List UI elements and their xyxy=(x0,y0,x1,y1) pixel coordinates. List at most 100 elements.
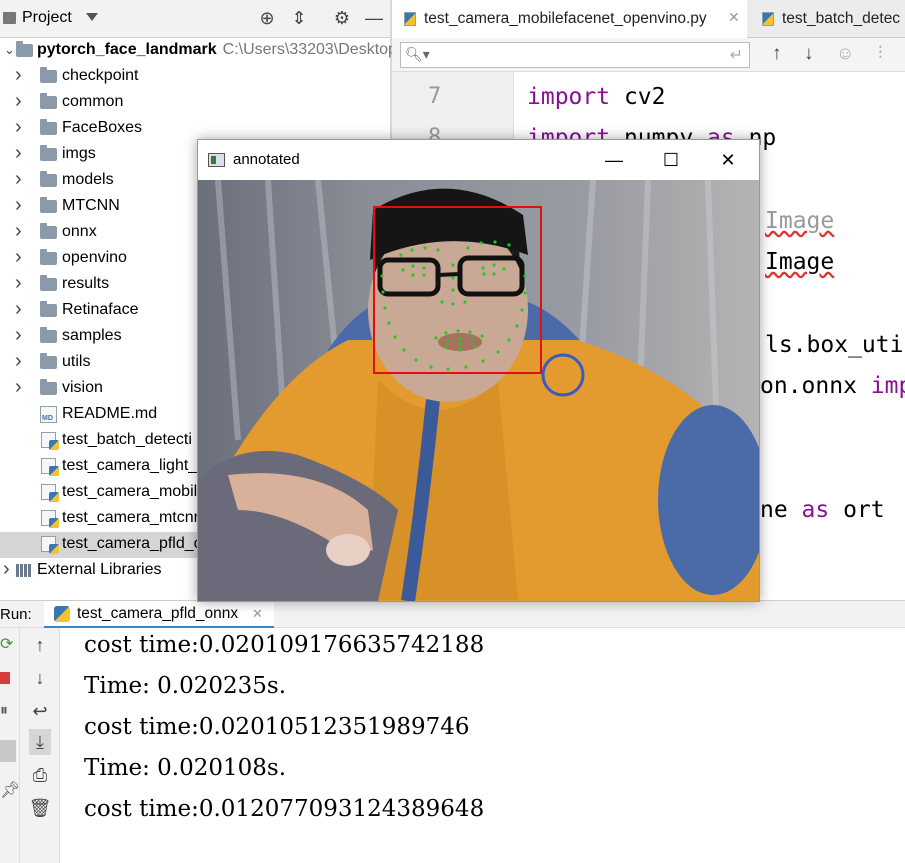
code-text: ne xyxy=(760,497,802,523)
window-title-bar[interactable]: annotated — ☐ ✕ xyxy=(198,140,759,180)
up-arrow-icon[interactable]: ↑ xyxy=(20,632,60,658)
landmark-point xyxy=(422,273,426,277)
folder-icon xyxy=(40,353,57,369)
landmark-point xyxy=(458,341,462,345)
chevron-right-icon[interactable]: › xyxy=(15,90,22,113)
annotated-window[interactable]: annotated — ☐ ✕ xyxy=(197,139,760,602)
previous-occurrence-icon[interactable]: ↑ xyxy=(772,43,782,65)
chevron-right-icon[interactable]: › xyxy=(15,116,22,139)
tree-item-label: test_camera_pfld_c xyxy=(62,535,202,552)
code-fragment: ne as ort xyxy=(760,497,885,523)
code-text: cv2 xyxy=(610,84,666,110)
tree-item-label: test_camera_mtcnr xyxy=(62,509,199,526)
trash-icon[interactable]: 🗑︎ xyxy=(20,795,60,821)
chevron-right-icon[interactable]: › xyxy=(15,350,22,373)
folder-icon xyxy=(40,197,57,213)
soft-wrap-icon[interactable]: ↩ xyxy=(20,698,60,724)
landmark-point xyxy=(383,306,387,310)
markdown-file-icon: MD xyxy=(40,406,57,423)
landmark-point xyxy=(446,367,450,371)
tree-item-label: Retinaface xyxy=(62,301,139,318)
tree-item-label: test_camera_mobil xyxy=(62,483,198,500)
project-title[interactable]: Project xyxy=(22,9,72,27)
find-all-icon[interactable]: ☺ xyxy=(836,43,854,64)
tree-item-label: test_camera_light_ xyxy=(62,457,198,474)
console-output[interactable]: cost time:0.020109176635742188 Time: 0.0… xyxy=(60,628,905,863)
maximize-button[interactable]: ☐ xyxy=(648,144,694,176)
run-panel-header: Run: test_camera_pfld_onnx ✕ xyxy=(0,600,905,629)
code-text: Image xyxy=(765,249,835,275)
chevron-right-icon[interactable]: › xyxy=(15,64,22,87)
window-title: annotated xyxy=(233,151,300,168)
landmark-point xyxy=(463,300,467,304)
hide-panel-icon[interactable]: — xyxy=(363,8,385,29)
pin-icon[interactable]: 📌︎ xyxy=(0,780,20,800)
code-fragment: on.onnx imp xyxy=(760,373,905,399)
tree-item-label: models xyxy=(62,171,114,188)
gear-icon[interactable]: ⚙ xyxy=(331,8,353,29)
tab-test-batch-detec[interactable]: test_batch_detec xyxy=(750,0,905,38)
scroll-to-end-icon[interactable]: ⤓ xyxy=(29,729,51,755)
tree-item-common[interactable]: › common xyxy=(0,90,390,116)
folder-icon xyxy=(40,145,57,161)
tree-item-label: MTCNN xyxy=(62,197,120,214)
chevron-right-icon[interactable]: › xyxy=(15,194,22,217)
landmark-point xyxy=(393,335,397,339)
landmark-point xyxy=(451,288,455,292)
chevron-right-icon[interactable]: › xyxy=(15,272,22,295)
chevron-right-icon[interactable]: › xyxy=(15,220,22,243)
camera-frame xyxy=(198,180,759,601)
keyword: import xyxy=(527,84,611,110)
run-tab[interactable]: test_camera_pfld_onnx ✕ xyxy=(44,601,274,629)
chevron-right-icon[interactable]: › xyxy=(15,142,22,165)
chevron-down-icon[interactable]: ⌄ xyxy=(4,42,15,58)
rerun-icon[interactable]: ⟳ xyxy=(0,634,13,654)
chevron-right-icon[interactable]: › xyxy=(15,324,22,347)
chevron-right-icon[interactable]: › xyxy=(15,376,22,399)
layout-icon[interactable] xyxy=(0,740,16,762)
chevron-right-icon[interactable]: › xyxy=(15,298,22,321)
code-fragment: Image xyxy=(765,249,834,275)
landmark-point xyxy=(414,358,418,362)
tree-item-label: results xyxy=(62,275,110,292)
landmark-point xyxy=(410,248,414,252)
pause-icon[interactable]: ⏸ xyxy=(0,702,8,720)
tree-item-checkpoint[interactable]: › checkpoint xyxy=(0,64,390,90)
locate-icon[interactable]: ⊕ xyxy=(256,8,278,29)
folder-icon xyxy=(40,327,57,343)
chevron-right-icon[interactable]: › xyxy=(15,246,22,269)
close-icon[interactable]: ✕ xyxy=(252,606,263,622)
search-icon[interactable]: 🔍︎▾ xyxy=(405,46,430,63)
add-selection-icon[interactable]: ⫶ xyxy=(878,43,883,64)
minimize-button[interactable]: — xyxy=(591,144,637,176)
landmark-point xyxy=(464,365,468,369)
landmark-point xyxy=(446,338,450,342)
folder-icon xyxy=(40,67,57,83)
tree-item-label: checkpoint xyxy=(62,67,139,84)
python-file-icon xyxy=(41,458,59,476)
print-icon[interactable]: ⎙ xyxy=(20,762,60,788)
collapse-all-icon[interactable]: ⇕ xyxy=(288,8,310,29)
folder-icon xyxy=(40,223,57,239)
tree-root[interactable]: ⌄ pytorch_face_landmark C:\Users\33203\Des… xyxy=(0,38,397,64)
chevron-right-icon[interactable]: › xyxy=(15,168,22,191)
landmark-point xyxy=(436,248,440,252)
library-icon xyxy=(16,564,32,577)
find-input[interactable]: 🔍︎▾ ↵ xyxy=(400,42,750,68)
landmark-point xyxy=(480,334,484,338)
stop-icon[interactable] xyxy=(0,672,10,684)
down-arrow-icon[interactable]: ↓ xyxy=(20,665,60,691)
chevron-right-icon[interactable]: › xyxy=(3,558,10,581)
tree-item-label: openvino xyxy=(62,249,127,266)
code-text: ort xyxy=(829,497,885,523)
landmark-point xyxy=(401,268,405,272)
close-button[interactable]: ✕ xyxy=(705,144,751,176)
tab-test-camera-mobilefacenet[interactable]: test_camera_mobilefacenet_openvino.py ✕ xyxy=(392,0,747,38)
landmark-point xyxy=(468,330,472,334)
chevron-down-icon[interactable] xyxy=(86,13,98,21)
landmark-point xyxy=(515,324,519,328)
next-occurrence-icon[interactable]: ↓ xyxy=(804,43,814,65)
code-fragment: ls.box_uti xyxy=(765,332,903,358)
keyword: as xyxy=(801,497,830,523)
close-icon[interactable]: ✕ xyxy=(728,9,740,26)
